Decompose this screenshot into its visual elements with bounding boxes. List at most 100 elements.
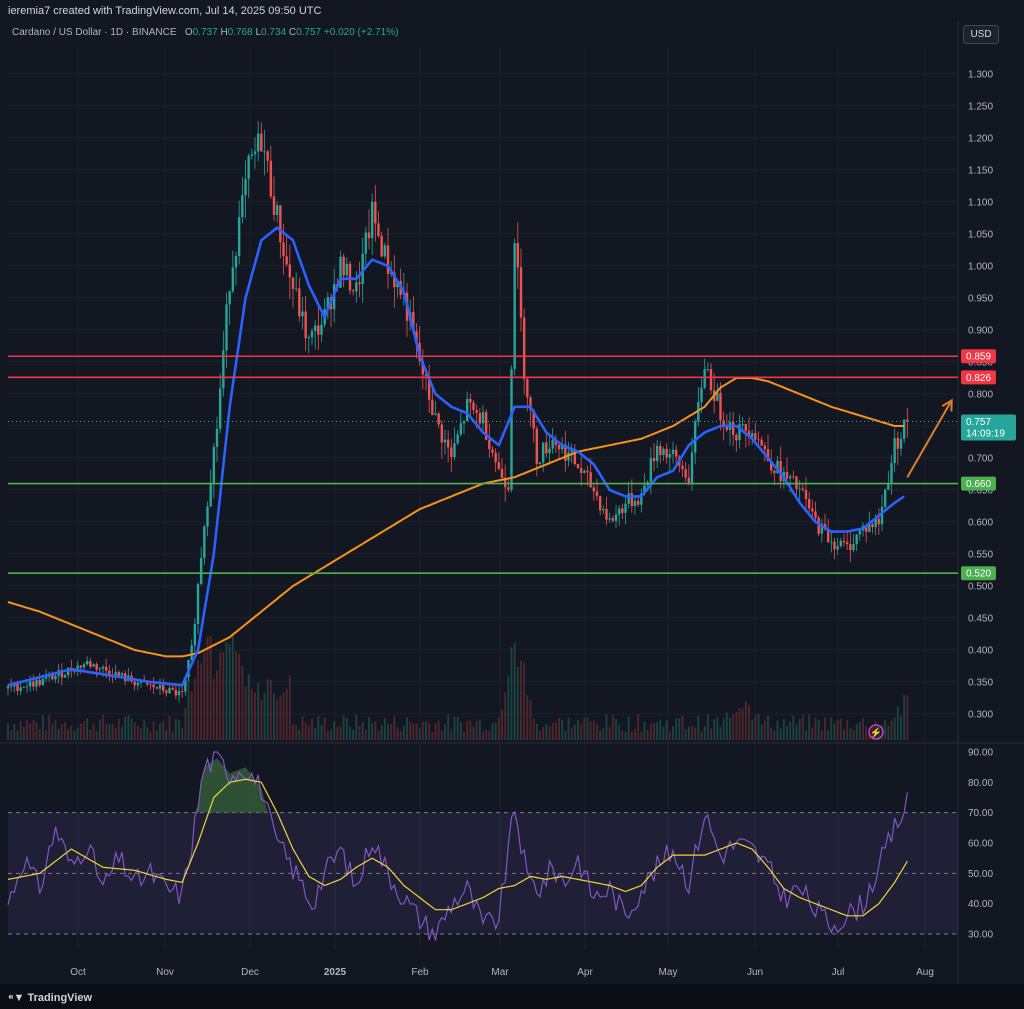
volume-bar (48, 714, 51, 740)
candle-body (719, 392, 722, 421)
candle-body (374, 201, 377, 224)
volume-bar (428, 723, 431, 740)
candle-body (902, 419, 906, 439)
volume-bar (390, 724, 393, 740)
volume-bar (510, 647, 513, 740)
candle-body (301, 311, 304, 317)
volume-bar (627, 716, 630, 740)
volume-bar (501, 709, 503, 740)
candle-body (377, 223, 380, 236)
volume-bar (722, 718, 725, 740)
candle-body (687, 477, 691, 484)
candle-body (500, 468, 504, 478)
candle-body (598, 496, 602, 511)
volume-bar (171, 731, 174, 740)
rsi-tick-label: 60.00 (968, 839, 993, 850)
volume-bar (92, 723, 95, 740)
volume-bar (399, 731, 402, 740)
candle-body (241, 195, 244, 218)
volume-bar (735, 711, 738, 740)
volume-bar (453, 716, 456, 740)
candle-body (617, 508, 621, 515)
candle-body (750, 433, 754, 437)
volume-bar (136, 726, 139, 740)
candle-body (652, 458, 656, 462)
candle-body (6, 686, 10, 689)
candle-body (763, 445, 767, 450)
candle-body (883, 489, 887, 507)
volume-bar (320, 725, 323, 740)
volume-bar (513, 642, 516, 740)
candle-body (709, 368, 713, 391)
candle-body (231, 267, 235, 292)
time-axis-label: Aug (916, 967, 934, 978)
currency-button[interactable]: USD (963, 25, 999, 44)
candle-body (225, 304, 228, 351)
candle-body (92, 664, 95, 667)
candle-body (681, 465, 684, 470)
volume-bar (282, 692, 285, 740)
volume-bar (45, 729, 47, 740)
volume-bar (732, 714, 735, 740)
volume-bar (770, 727, 773, 740)
volume-bar (222, 652, 225, 740)
volume-bar (67, 729, 70, 740)
candle-body (579, 468, 583, 473)
candle-body (456, 434, 459, 444)
volume-bar (304, 722, 307, 740)
candle-body (79, 665, 83, 668)
volume-bar (16, 730, 19, 740)
candle-body (760, 439, 763, 446)
volume-bar (738, 707, 741, 740)
price-chart[interactable]: 0.3000.3500.4000.4500.5000.5500.6000.650… (0, 22, 1024, 984)
volume-bar (608, 727, 611, 740)
candle-body (450, 447, 453, 458)
candle-body (522, 317, 526, 380)
volume-bar (754, 715, 757, 740)
volume-bar (431, 731, 434, 740)
volume-bar (573, 725, 576, 740)
candle-body (279, 205, 282, 243)
volume-bar (516, 667, 519, 740)
candle-body (497, 462, 501, 469)
candle-body (161, 684, 165, 691)
volume-bar (393, 716, 396, 740)
volume-bar (643, 721, 646, 740)
volume-bar (364, 729, 367, 740)
candle-body (320, 324, 323, 335)
volume-bar (98, 719, 101, 740)
candle-body (98, 668, 102, 670)
candle-body (890, 463, 893, 484)
volume-bar (532, 718, 535, 740)
candle-body (234, 256, 238, 268)
candle-body (351, 290, 355, 292)
candle-body (488, 439, 491, 450)
credit-text: ieremia7 created with TradingView.com, J… (8, 5, 322, 17)
candle-body (440, 424, 444, 443)
chart-frame: 0.300 0.350 0.400 0.450 0.500 0.550 0.600 0.650… (0, 22, 1024, 984)
key-level-label: 0.660 (966, 479, 991, 490)
high-value: 0.768 (227, 27, 253, 38)
volume-bar (358, 725, 361, 740)
candle-body (19, 687, 22, 691)
volume-bar (523, 662, 526, 740)
volume-bar (865, 726, 868, 740)
volume-bar (504, 692, 507, 740)
volume-bar (228, 644, 231, 740)
volume-bar (710, 728, 712, 740)
volume-bar (830, 717, 833, 740)
candle-body (256, 133, 260, 152)
volume-bar (748, 705, 750, 740)
volume-bar (843, 729, 845, 740)
candle-body (735, 435, 738, 441)
volume-bar (589, 721, 592, 740)
price-tick-label: 1.300 (968, 70, 993, 81)
volume-bar (26, 720, 28, 740)
volume-bar (466, 720, 469, 740)
volume-bar (824, 717, 826, 740)
candle-body (513, 243, 516, 369)
candle-body (855, 534, 858, 545)
candle-body (82, 664, 86, 668)
candle-body (592, 487, 596, 492)
candle-body (614, 514, 618, 521)
